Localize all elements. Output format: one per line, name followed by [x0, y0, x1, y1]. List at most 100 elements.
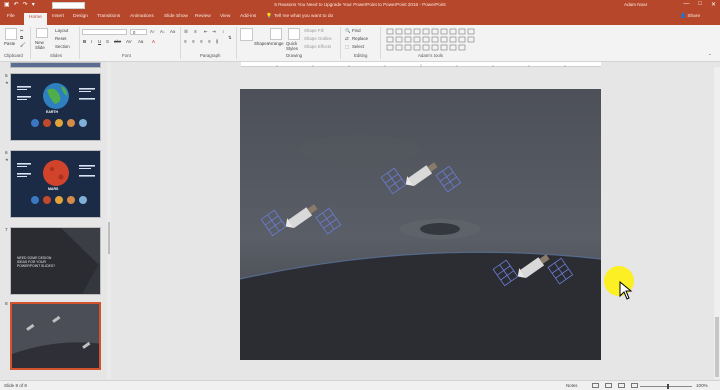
- clear-format-icon[interactable]: Aⅹ: [170, 29, 176, 35]
- tab-design[interactable]: Design: [73, 14, 88, 19]
- italic-icon[interactable]: I: [91, 39, 92, 44]
- shapes-button[interactable]: Shapes: [254, 41, 269, 46]
- adams-tools-icons[interactable]: [386, 28, 476, 52]
- quick-styles-icon[interactable]: [288, 28, 300, 40]
- shapes-gallery-icon[interactable]: [240, 28, 253, 41]
- section-button[interactable]: Section: [55, 44, 70, 49]
- spacing-icon[interactable]: AV: [126, 39, 132, 44]
- justify-icon[interactable]: ≡: [208, 39, 211, 44]
- slide-scrollbar[interactable]: [714, 67, 720, 379]
- slide-scroll-handle[interactable]: [715, 317, 719, 377]
- tab-review[interactable]: Review: [195, 14, 211, 19]
- current-slide[interactable]: [240, 89, 601, 360]
- reading-view-icon[interactable]: [618, 383, 625, 388]
- adams-tools-grid: [386, 28, 476, 52]
- tab-slide-show[interactable]: Slide Show: [164, 14, 188, 19]
- collapse-ribbon-icon[interactable]: ⌃: [708, 53, 712, 59]
- select-button[interactable]: Select: [352, 44, 364, 49]
- shape-effects-button[interactable]: Shape Effects: [304, 44, 331, 49]
- design-ideas-caption: NEED SOME DESIGN IDEAS FOR YOUR POWERPOI…: [17, 256, 55, 268]
- tab-view[interactable]: View: [220, 14, 230, 19]
- paste-icon[interactable]: [5, 28, 17, 40]
- font-size-field[interactable]: 0: [130, 29, 147, 35]
- normal-view-icon[interactable]: [592, 383, 599, 388]
- slide-thumbnail-4-partial[interactable]: [10, 62, 101, 68]
- animation-star-icon: ★: [5, 80, 9, 85]
- slideshow-view-icon[interactable]: [631, 383, 638, 388]
- underline-icon[interactable]: U: [98, 39, 101, 44]
- slide-thumbnail-8[interactable]: [10, 302, 101, 370]
- replace-button[interactable]: Replace: [352, 36, 368, 41]
- thumbnail-scrollbar[interactable]: [107, 62, 111, 379]
- slide-artwork: [240, 89, 601, 360]
- bold-icon[interactable]: B: [83, 39, 86, 44]
- lightbulb-icon: 💡: [266, 14, 272, 19]
- divider: [236, 27, 237, 59]
- close-button[interactable]: ✕: [711, 1, 716, 8]
- editing-group-label: Editing: [354, 53, 368, 58]
- reset-button[interactable]: Reset: [55, 36, 66, 41]
- slide-thumbnail-5[interactable]: [10, 73, 101, 141]
- share-button[interactable]: 👤 Share: [680, 14, 700, 19]
- font-group-label: Font: [122, 53, 131, 58]
- text-direction-icon[interactable]: ⇅: [228, 35, 232, 41]
- tab-file[interactable]: File: [7, 14, 15, 19]
- cut-icon[interactable]: ✂: [20, 28, 24, 34]
- slide-thumbnails-pane: 5 ★ EARTH 6 ★ MARS 7 NEED SOME DESIGN ID…: [0, 62, 109, 379]
- slide-thumbnail-6[interactable]: [10, 150, 101, 218]
- bullets-icon[interactable]: ☰: [184, 29, 188, 35]
- line-spacing-icon[interactable]: ↕: [222, 29, 224, 34]
- zoom-slider[interactable]: [640, 384, 692, 389]
- shadow-icon[interactable]: S: [106, 39, 109, 44]
- satellites-slide-preview: [12, 304, 99, 368]
- divider: [30, 27, 31, 59]
- find-button[interactable]: Find: [352, 28, 361, 33]
- slide-thumbnail-7[interactable]: NEED SOME DESIGN IDEAS FOR YOUR POWERPOI…: [10, 227, 101, 295]
- restore-button[interactable]: □: [698, 1, 702, 8]
- tab-transitions[interactable]: Transitions: [97, 14, 120, 19]
- slide-sorter-icon[interactable]: [605, 383, 612, 388]
- user-name[interactable]: Adam Noar: [624, 2, 647, 7]
- align-center-icon[interactable]: ≡: [192, 39, 195, 44]
- ribbon-tabs: File Home Insert Design Transitions Anim…: [0, 11, 720, 25]
- new-slide-button[interactable]: New Slide: [35, 40, 51, 50]
- minimize-button[interactable]: —: [683, 1, 689, 8]
- tab-insert[interactable]: Insert: [52, 14, 64, 19]
- format-painter-icon[interactable]: 🖌: [20, 42, 26, 48]
- status-bar: Slide 8 of 8 Notes 100%: [0, 380, 720, 390]
- numbering-icon[interactable]: ≡: [194, 29, 197, 34]
- shrink-font-icon[interactable]: A↓: [160, 29, 165, 34]
- grow-font-icon[interactable]: A↑: [150, 29, 155, 34]
- shape-outline-button[interactable]: Shape Outline: [304, 36, 332, 41]
- change-case-icon[interactable]: Aa: [138, 39, 143, 44]
- decrease-indent-icon[interactable]: ⇤: [204, 29, 208, 35]
- zoom-slider-handle[interactable]: [667, 384, 669, 389]
- layout-button[interactable]: Layout: [55, 28, 68, 33]
- increase-indent-icon[interactable]: ⇥: [212, 29, 216, 35]
- drawing-group-label: Drawing: [286, 53, 303, 58]
- font-color-icon[interactable]: A: [152, 39, 155, 44]
- tab-home[interactable]: Home: [24, 13, 47, 25]
- replace-icon: ⇄: [345, 36, 349, 41]
- font-name-field[interactable]: [82, 29, 127, 35]
- columns-icon[interactable]: ⫼: [216, 39, 218, 44]
- align-right-icon[interactable]: ≡: [200, 39, 203, 44]
- arrange-icon[interactable]: [270, 28, 282, 40]
- copy-icon[interactable]: ⧉: [20, 35, 23, 40]
- arrange-button[interactable]: Arrange: [268, 41, 284, 46]
- tab-add-ins[interactable]: Add-ins: [240, 14, 256, 19]
- zoom-level[interactable]: 100%: [696, 383, 708, 388]
- window-controls: — □ ✕: [683, 1, 716, 8]
- paste-button[interactable]: Paste: [4, 41, 15, 46]
- thumbnail-scroll-handle[interactable]: [108, 222, 110, 254]
- notes-button[interactable]: Notes: [566, 383, 577, 388]
- tell-me-box[interactable]: Tell me what you want to do: [274, 14, 333, 19]
- shape-fill-button[interactable]: Shape Fill: [304, 28, 324, 33]
- slide-number: 8: [5, 302, 8, 307]
- tab-animations[interactable]: Animations: [130, 14, 154, 19]
- strikethrough-icon[interactable]: abc: [114, 39, 121, 44]
- share-label: Share: [687, 14, 701, 19]
- align-left-icon[interactable]: ≡: [184, 39, 187, 44]
- quick-styles-button[interactable]: Quick Styles: [286, 41, 302, 51]
- new-slide-icon[interactable]: [36, 28, 48, 38]
